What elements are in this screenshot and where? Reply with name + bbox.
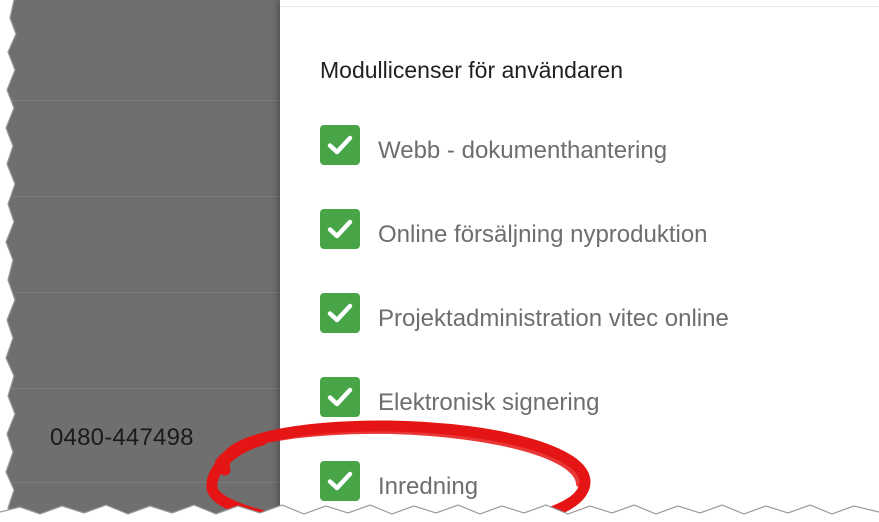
background-row-divider [0, 100, 280, 101]
module-license-label: Projektadministration vitec online [378, 305, 729, 332]
module-license-label: Online försäljning nyproduktion [378, 221, 708, 248]
background-row-divider [0, 292, 280, 293]
checkmark-icon [327, 219, 353, 239]
module-license-item[interactable]: Webb - dokumenthantering [320, 124, 667, 166]
module-license-label: Elektronisk signering [378, 389, 600, 416]
screenshot-frame: 0480-447498 Modullicenser för användaren… [0, 0, 879, 522]
checkmark-icon [327, 135, 353, 155]
checkbox-checked[interactable] [320, 293, 360, 333]
phone-number: 0480-447498 [50, 424, 194, 451]
module-license-item[interactable]: Elektronisk signering [320, 376, 599, 418]
checkbox-checked[interactable] [320, 209, 360, 249]
module-license-item[interactable]: Inredning [320, 460, 478, 502]
background-row-divider [0, 482, 280, 483]
checkbox-checked[interactable] [320, 125, 360, 165]
module-license-item[interactable]: Projektadministration vitec online [320, 292, 729, 334]
checkmark-icon [327, 303, 353, 323]
checkmark-icon [327, 471, 353, 491]
panel-top-divider [280, 6, 879, 7]
module-license-item[interactable]: Online försäljning nyproduktion [320, 208, 708, 250]
user-module-licenses-panel: Modullicenser för användaren Webb - doku… [280, 0, 879, 522]
module-license-label: Inredning [378, 473, 479, 500]
module-licenses-heading: Modullicenser för användaren [320, 57, 624, 83]
checkmark-icon [327, 387, 353, 407]
checkbox-checked[interactable] [320, 461, 360, 501]
module-license-label: Webb - dokumenthantering [378, 137, 668, 164]
checkbox-checked[interactable] [320, 377, 360, 417]
background-table-overlay: 0480-447498 [0, 0, 280, 522]
background-row-divider [0, 196, 280, 197]
background-row-divider [0, 388, 280, 389]
